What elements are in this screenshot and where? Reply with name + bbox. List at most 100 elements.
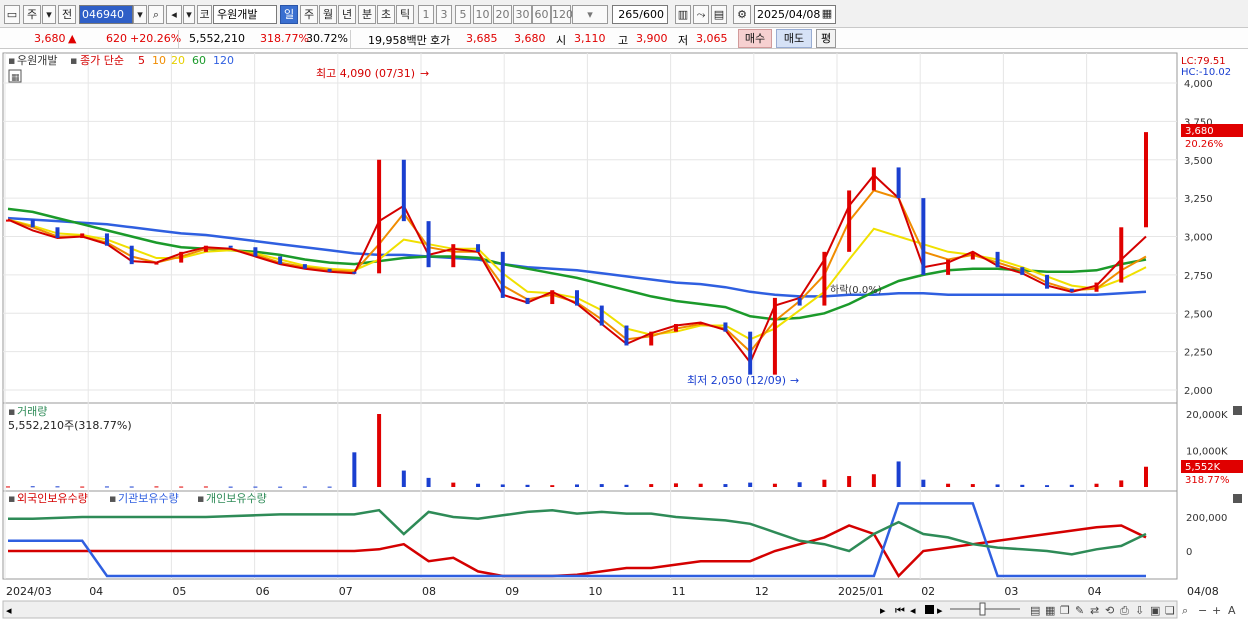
candle [698, 322, 703, 325]
period-tab-minute[interactable]: 분 [358, 5, 376, 24]
holdings-pane[interactable] [2, 490, 1178, 580]
compare-icon[interactable]: ⇄ [1090, 604, 1099, 617]
interval-30[interactable]: 30 [513, 5, 532, 24]
interval-1[interactable]: 1 [418, 5, 434, 24]
volume-pane[interactable] [2, 402, 1178, 492]
x-tick-label: 03 [1004, 585, 1018, 598]
candle [1119, 227, 1124, 283]
x-tick-label: 06 [256, 585, 270, 598]
window-icon[interactable]: ▭ [4, 5, 20, 24]
legend-foreign[interactable]: 외국인보유수량 [17, 492, 88, 505]
legend-bullet: ▪ [8, 492, 15, 505]
legend-ma60[interactable]: 60 [192, 54, 206, 67]
legend-ma5[interactable]: 5 [138, 54, 145, 67]
chevron-down-icon[interactable]: ▾ [42, 5, 56, 24]
volume-bar [104, 486, 109, 488]
next-page-icon[interactable]: ▸ [937, 604, 943, 617]
buy-button[interactable]: 매수 [738, 29, 772, 48]
interval-120[interactable]: 120 [551, 5, 573, 24]
interval-10[interactable]: 10 [473, 5, 492, 24]
chart-type-selector[interactable]: 주 [23, 5, 41, 24]
scroll-right-icon[interactable]: ▸ [880, 604, 886, 617]
zoom-slider-thumb[interactable] [979, 602, 986, 616]
legend-ma20[interactable]: 20 [171, 54, 185, 67]
interval-60[interactable]: 60 [532, 5, 551, 24]
price-pane[interactable] [2, 52, 1178, 404]
interval-5[interactable]: 5 [455, 5, 471, 24]
stock-code-input[interactable]: 046940 [79, 5, 133, 24]
period-tab-year[interactable]: 년 [338, 5, 356, 24]
volume-bar [698, 483, 703, 487]
legend-volume-title[interactable]: 거래량 [17, 405, 47, 418]
first-page-icon[interactable]: ⏮ [895, 604, 905, 617]
zoom-in-icon[interactable]: + [1212, 604, 1221, 617]
tool-icon[interactable]: ✎ [1075, 604, 1084, 617]
reset-icon[interactable]: ⟲ [1105, 604, 1114, 617]
candle [80, 233, 85, 239]
legend-ma120[interactable]: 120 [213, 54, 234, 67]
period-label: 틱 [399, 8, 411, 21]
volume-bar [1020, 484, 1025, 487]
average-button[interactable]: 평 [816, 29, 836, 48]
indicator-icon[interactable]: ⤳ [693, 5, 709, 24]
period-tab-day[interactable]: 일 [280, 5, 298, 24]
speaker-icon[interactable]: ◂ [166, 5, 182, 24]
legend-stock-name[interactable]: 우원개발 [17, 54, 57, 67]
period-tab-second[interactable]: 초 [377, 5, 395, 24]
scroll-left-icon[interactable]: ◂ [6, 604, 12, 617]
stop-icon[interactable] [925, 605, 934, 614]
save-icon[interactable]: ▤ [711, 5, 727, 24]
image-icon[interactable]: ▣ [1150, 604, 1160, 617]
data-count-field[interactable]: 265/600 [612, 5, 668, 24]
export-icon[interactable]: ⇩ [1135, 604, 1144, 617]
stock-name-value: 우원개발 [217, 8, 258, 21]
font-size-icon[interactable]: A [1228, 604, 1236, 617]
legend-institution[interactable]: 기관보유수량 [118, 492, 179, 505]
grid-view-icon[interactable]: ▦ [1045, 604, 1055, 617]
interval-custom-dropdown[interactable]: ▾ [572, 5, 608, 24]
copy-icon[interactable]: ❐ [1060, 604, 1070, 617]
price-tick-label: 4,000 [1184, 79, 1213, 90]
bid-price-2: 3,680 [514, 32, 546, 45]
prev-label: 전 [61, 8, 73, 21]
candle [352, 271, 357, 274]
bid-label: 호가 [430, 34, 451, 47]
search-icon[interactable]: ⌕ [148, 5, 164, 24]
window-restore-icon[interactable]: ❏ [1165, 604, 1175, 617]
candle [871, 167, 876, 191]
prev-page-icon[interactable]: ◂ [910, 604, 916, 617]
volume-bar [30, 486, 35, 488]
candle [179, 251, 184, 263]
zoom-out-icon[interactable]: − [1198, 604, 1207, 617]
print-icon[interactable]: ⎙ [1120, 604, 1129, 617]
candle-icon[interactable]: ▥ [675, 5, 691, 24]
period-tab-tick[interactable]: 틱 [396, 5, 414, 24]
sell-button[interactable]: 매도 [776, 29, 812, 48]
chart-area[interactable]: 4,000 3,750 3,500 3,250 3,000 2,750 2,500 2,250… [0, 50, 1248, 621]
interval-3[interactable]: 3 [436, 5, 452, 24]
layout-icon[interactable]: ▤ [1030, 604, 1040, 617]
low-price: 3,065 [696, 32, 728, 45]
volume-pane-close-icon[interactable] [1233, 406, 1242, 415]
legend-ma10[interactable]: 10 [152, 54, 166, 67]
volume-bar [525, 484, 530, 487]
volume-badge-pct: 318.77% [1185, 475, 1230, 486]
price-tick-label: 3,250 [1184, 194, 1213, 205]
prev-button[interactable]: 전 [58, 5, 76, 24]
candle [377, 159, 382, 274]
calendar-icon[interactable]: ▦ [820, 5, 834, 24]
legend-ma-title[interactable]: 종가 단순 [80, 54, 124, 67]
code-dropdown-icon[interactable]: ▾ [133, 5, 147, 24]
holdings-pane-close-icon[interactable] [1233, 494, 1242, 503]
chart-svg[interactable]: 4,0003,7503,5003,2503,0002,7502,5002,250… [0, 50, 1248, 621]
period-tab-week[interactable]: 주 [300, 5, 318, 24]
search-icon[interactable]: ⌕ [1182, 604, 1188, 617]
legend-individual[interactable]: 개인보유수량 [206, 492, 267, 505]
gear-icon[interactable]: ⚙ [733, 5, 751, 24]
speaker-dropdown-icon[interactable]: ▾ [183, 5, 195, 24]
period-tab-month[interactable]: 월 [319, 5, 337, 24]
date-value: 2025/04/08 [757, 8, 821, 21]
candle [946, 259, 951, 275]
sell-label: 매도 [783, 32, 805, 45]
interval-20[interactable]: 20 [493, 5, 512, 24]
